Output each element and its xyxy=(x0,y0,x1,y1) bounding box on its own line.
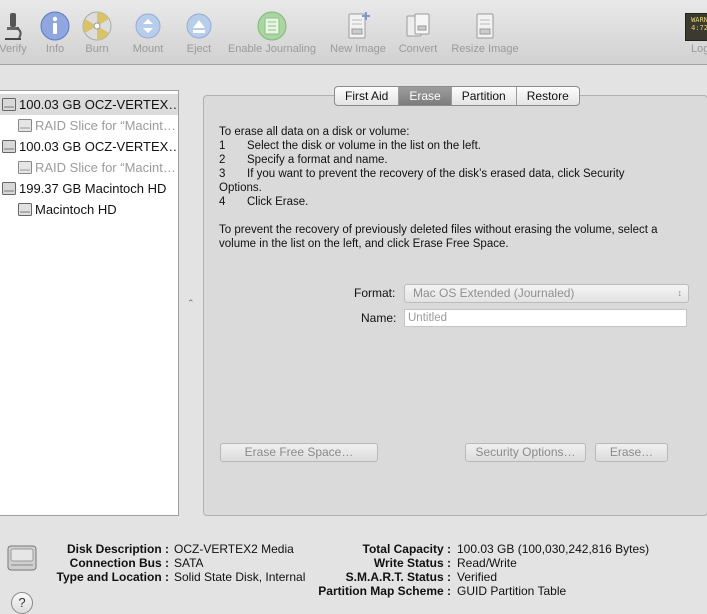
info-value: Verified xyxy=(457,570,498,584)
help-button[interactable]: ? xyxy=(11,592,33,614)
disk-list-item[interactable]: 199.37 GB Macintoch HD xyxy=(0,178,178,199)
convert-button[interactable]: Convert xyxy=(394,0,442,64)
info-key: Total Capacity : xyxy=(362,542,451,556)
burn-icon xyxy=(82,11,112,41)
info-value: Solid State Disk, Internal xyxy=(174,570,306,584)
split-view-handle[interactable]: ⌃ xyxy=(187,298,195,309)
security-options-button[interactable]: Security Options… xyxy=(465,443,586,462)
info-value: SATA xyxy=(174,556,204,570)
format-label: Format: xyxy=(354,286,396,300)
step-text: If you want to prevent the recovery of t… xyxy=(247,168,625,180)
new-image-button[interactable]: New Image xyxy=(326,0,390,64)
disk-icon xyxy=(2,140,16,153)
info-value: GUID Partition Table xyxy=(457,584,567,598)
erase-button[interactable]: Erase… xyxy=(595,443,668,462)
name-label: Name: xyxy=(361,311,397,325)
eject-button[interactable]: Eject xyxy=(180,0,218,64)
burn-button[interactable]: Burn xyxy=(78,0,116,64)
mount-icon xyxy=(135,13,161,39)
disk-list-item[interactable]: 100.03 GB OCZ-VERTEX… xyxy=(0,94,178,115)
verify-button[interactable]: Verify xyxy=(0,0,38,64)
log-button[interactable]: WARN 4:72 Log xyxy=(680,0,707,64)
info-key: Disk Description : xyxy=(66,542,169,556)
info-button[interactable]: Info xyxy=(37,0,73,64)
info-value: 100.03 GB (100,030,242,816 Bytes) xyxy=(457,542,650,556)
info-icon xyxy=(40,11,70,41)
disk-icon xyxy=(2,182,16,195)
step-text: Click Erase. xyxy=(247,196,309,208)
erase-free-space-help: To prevent the recovery of previously de… xyxy=(219,224,658,236)
name-field[interactable] xyxy=(404,309,687,327)
disk-list-item[interactable]: RAID Slice for “Macint… xyxy=(0,115,178,136)
info-key: Write Status : xyxy=(373,556,451,570)
step-number: 2 xyxy=(219,154,226,166)
info-key: S.M.A.R.T. Status : xyxy=(345,570,451,584)
info-key: Partition Map Scheme : xyxy=(318,584,451,598)
erase-intro: To erase all data on a disk or volume: xyxy=(219,126,410,138)
disk-list: 100.03 GB OCZ-VERTEX… RAID Slice for “Ma… xyxy=(0,90,179,516)
volume-icon xyxy=(18,119,32,132)
format-value: Mac OS Extended (Journaled) xyxy=(413,286,575,300)
tab-erase[interactable]: Erase xyxy=(399,87,452,105)
step-number: 1 xyxy=(219,140,226,152)
tab-first-aid[interactable]: First Aid xyxy=(335,87,400,105)
eject-icon xyxy=(186,13,212,39)
disk-list-item[interactable]: Macintoch HD xyxy=(0,199,178,220)
erase-free-space-help-2: volume in the list on the left, and clic… xyxy=(219,238,509,250)
tab-bar: First Aid Erase Partition Restore xyxy=(334,86,580,106)
mount-button[interactable]: Mount xyxy=(126,0,170,64)
enable-journaling-button[interactable]: Enable Journaling xyxy=(224,0,320,64)
info-value: Read/Write xyxy=(457,556,517,570)
select-arrows-icon: ↕ xyxy=(677,288,683,298)
new-image-icon xyxy=(348,12,370,39)
tab-restore[interactable]: Restore xyxy=(517,87,579,105)
microscope-icon xyxy=(5,13,22,40)
step-text-continued: Options. xyxy=(219,182,262,194)
step-number: 3 xyxy=(219,168,226,180)
format-select[interactable]: Mac OS Extended (Journaled) ↕ xyxy=(404,284,689,303)
step-text: Select the disk or volume in the list on… xyxy=(247,140,481,152)
step-text: Specify a format and name. xyxy=(247,154,388,166)
tab-partition[interactable]: Partition xyxy=(452,87,517,105)
resize-image-icon xyxy=(476,13,494,39)
hard-disk-icon xyxy=(7,545,37,571)
resize-image-button[interactable]: Resize Image xyxy=(448,0,522,64)
info-value: OCZ-VERTEX2 Media xyxy=(174,542,294,556)
log-icon: WARN 4:72 xyxy=(685,13,707,41)
disk-icon xyxy=(2,98,16,111)
disk-info-bar: ? Disk Description : OCZ-VERTEX2 Media C… xyxy=(0,530,707,614)
erase-free-space-button[interactable]: Erase Free Space… xyxy=(220,443,378,462)
journaling-icon xyxy=(257,11,287,41)
disk-list-item[interactable]: 100.03 GB OCZ-VERTEX… xyxy=(0,136,178,157)
convert-icon xyxy=(406,13,430,37)
info-key: Type and Location : xyxy=(56,570,169,584)
toolbar: Verify Info Burn Mount Eject Enable Jour… xyxy=(0,0,707,65)
disk-list-item[interactable]: RAID Slice for “Macint… xyxy=(0,157,178,178)
volume-icon xyxy=(18,161,32,174)
volume-icon xyxy=(18,203,32,216)
info-key: Connection Bus : xyxy=(69,556,169,570)
step-number: 4 xyxy=(219,196,226,208)
